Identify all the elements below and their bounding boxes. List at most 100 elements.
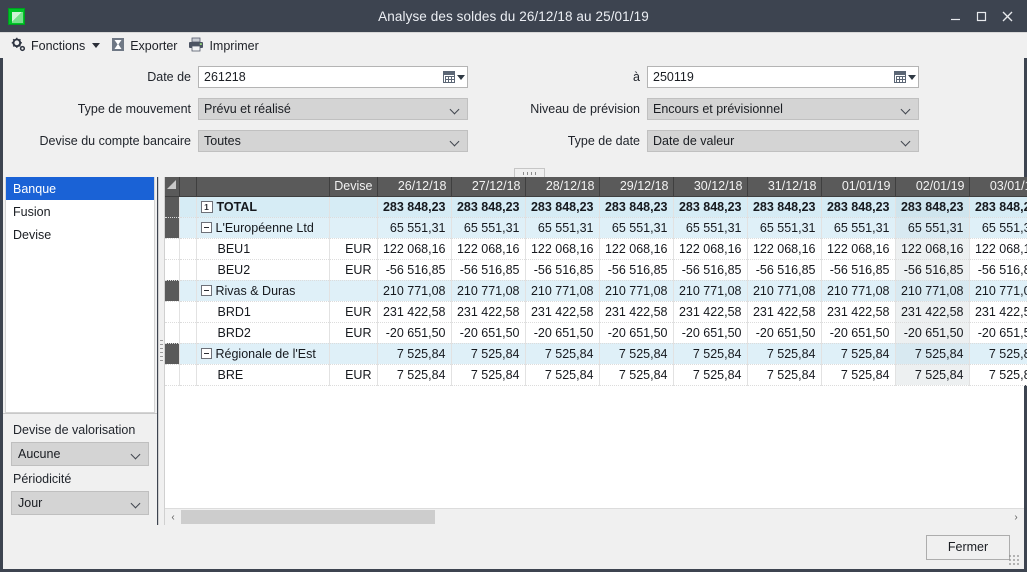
row-selector-cell[interactable] bbox=[179, 322, 196, 343]
row-value-cell: 231 422,58 bbox=[969, 301, 1027, 322]
date-column-header-2[interactable]: 28/12/18 bbox=[525, 177, 599, 196]
table-row[interactable]: BREEUR7 525,847 525,847 525,847 525,847 … bbox=[165, 364, 1027, 385]
row-gutter[interactable] bbox=[165, 301, 179, 322]
row-value-cell: 210 771,08 bbox=[969, 280, 1027, 301]
row-select-header bbox=[179, 177, 196, 196]
maximize-icon[interactable] bbox=[975, 10, 988, 23]
row-gutter[interactable] bbox=[165, 280, 179, 301]
row-selector-cell[interactable] bbox=[179, 259, 196, 280]
row-gutter[interactable] bbox=[165, 343, 179, 364]
table-row[interactable]: BEU2EUR-56 516,85-56 516,85-56 516,85-56… bbox=[165, 259, 1027, 280]
row-selector-cell[interactable] bbox=[179, 217, 196, 238]
row-value-cell: 7 525,84 bbox=[599, 343, 673, 364]
chevron-down-icon bbox=[901, 138, 912, 145]
devise-column-header[interactable]: Devise bbox=[329, 177, 377, 196]
row-value-cell: 231 422,58 bbox=[525, 301, 599, 322]
horizontal-splitter-handle[interactable] bbox=[514, 168, 545, 177]
fermer-button[interactable]: Fermer bbox=[926, 535, 1010, 560]
row-value-cell: 283 848,23 bbox=[451, 196, 525, 217]
row-name-cell: 1TOTAL bbox=[196, 196, 329, 217]
niveau-prevision-select[interactable]: Encours et prévisionnel bbox=[647, 98, 919, 120]
sidebar-item-devise[interactable]: Devise bbox=[6, 223, 154, 246]
row-value-cell: -56 516,85 bbox=[451, 259, 525, 280]
scroll-right-icon[interactable]: › bbox=[1008, 509, 1024, 525]
date-column-header-5[interactable]: 31/12/18 bbox=[747, 177, 821, 196]
table-row[interactable]: Régionale de l'Est7 525,847 525,847 525,… bbox=[165, 343, 1027, 364]
scrollbar-thumb[interactable] bbox=[181, 510, 435, 524]
date-column-header-4[interactable]: 30/12/18 bbox=[673, 177, 747, 196]
row-selector-cell[interactable] bbox=[179, 364, 196, 385]
toolbar-button-fonctions[interactable]: Fonctions bbox=[9, 35, 106, 57]
toolbar-button-imprimer[interactable]: Imprimer bbox=[186, 35, 264, 57]
row-selector-cell[interactable] bbox=[179, 238, 196, 259]
row-level-badge: 1 bbox=[201, 201, 213, 213]
date-de-calendar-button[interactable] bbox=[441, 67, 466, 87]
a-input[interactable]: 250119 bbox=[647, 66, 919, 88]
label-periodicite: Périodicité bbox=[13, 472, 149, 486]
date-column-header-1[interactable]: 27/12/18 bbox=[451, 177, 525, 196]
collapse-expander-icon[interactable] bbox=[201, 348, 212, 359]
table-row[interactable]: BEU1EUR122 068,16122 068,16122 068,16122… bbox=[165, 238, 1027, 259]
row-value-cell: -20 651,50 bbox=[377, 322, 451, 343]
chevron-down-icon bbox=[457, 75, 465, 80]
date-column-header-3[interactable]: 29/12/18 bbox=[599, 177, 673, 196]
row-selector-cell[interactable] bbox=[179, 301, 196, 322]
row-gutter[interactable] bbox=[165, 364, 179, 385]
table-row[interactable]: BRD1EUR231 422,58231 422,58231 422,58231… bbox=[165, 301, 1027, 322]
type-date-value: Date de valeur bbox=[653, 134, 901, 148]
row-selector-cell[interactable] bbox=[179, 196, 196, 217]
row-value-cell: 7 525,84 bbox=[377, 343, 451, 364]
row-devise-cell: EUR bbox=[329, 259, 377, 280]
type-mouvement-select[interactable]: Prévu et réalisé bbox=[198, 98, 468, 120]
chevron-down-icon bbox=[908, 75, 916, 80]
chevron-down-icon bbox=[131, 500, 142, 507]
table-row[interactable]: 1TOTAL283 848,23283 848,23283 848,23283 … bbox=[165, 196, 1027, 217]
sidebar-item-banque[interactable]: Banque bbox=[6, 177, 154, 200]
row-gutter[interactable] bbox=[165, 196, 179, 217]
row-selector-cell[interactable] bbox=[179, 343, 196, 364]
row-gutter[interactable] bbox=[165, 322, 179, 343]
grid-corner-header[interactable] bbox=[165, 177, 179, 196]
toolbar-button-exporter[interactable]: Exporter bbox=[109, 35, 183, 57]
row-value-cell: -56 516,85 bbox=[747, 259, 821, 280]
table-row[interactable]: L'Européenne Ltd65 551,3165 551,3165 551… bbox=[165, 217, 1027, 238]
date-column-header-7[interactable]: 02/01/19 bbox=[895, 177, 969, 196]
label-a: à bbox=[507, 70, 647, 84]
devise-valorisation-select[interactable]: Aucune bbox=[11, 442, 149, 466]
row-value-cell: 283 848,23 bbox=[525, 196, 599, 217]
table-row[interactable]: BRD2EUR-20 651,50-20 651,50-20 651,50-20… bbox=[165, 322, 1027, 343]
row-value-cell: -56 516,85 bbox=[969, 259, 1027, 280]
grid-horizontal-scrollbar[interactable]: ‹ › bbox=[165, 508, 1024, 525]
a-calendar-button[interactable] bbox=[892, 67, 917, 87]
row-gutter[interactable] bbox=[165, 217, 179, 238]
date-column-header-8[interactable]: 03/01/19 bbox=[969, 177, 1027, 196]
row-value-cell: 210 771,08 bbox=[747, 280, 821, 301]
collapse-expander-icon[interactable] bbox=[201, 285, 212, 296]
row-name-cell: BRD1 bbox=[196, 301, 329, 322]
row-value-cell: 283 848,23 bbox=[747, 196, 821, 217]
field-niveau-prevision: Niveau de prévision Encours et prévision… bbox=[507, 98, 1019, 120]
type-date-select[interactable]: Date de valeur bbox=[647, 130, 919, 152]
row-value-cell: -56 516,85 bbox=[895, 259, 969, 280]
resize-grip-icon[interactable] bbox=[1009, 555, 1020, 566]
periodicite-select[interactable]: Jour bbox=[11, 491, 149, 515]
row-gutter[interactable] bbox=[165, 259, 179, 280]
table-row[interactable]: Rivas & Duras210 771,08210 771,08210 771… bbox=[165, 280, 1027, 301]
minimize-icon[interactable] bbox=[949, 10, 962, 23]
scrollbar-track[interactable] bbox=[181, 509, 1008, 525]
vertical-splitter[interactable] bbox=[158, 177, 165, 525]
date-de-input[interactable]: 261218 bbox=[198, 66, 468, 88]
row-selector-cell[interactable] bbox=[179, 280, 196, 301]
close-icon[interactable] bbox=[1001, 10, 1014, 23]
row-gutter[interactable] bbox=[165, 238, 179, 259]
date-column-header-0[interactable]: 26/12/18 bbox=[377, 177, 451, 196]
devise-compte-select[interactable]: Toutes bbox=[198, 130, 468, 152]
field-type-date: Type de date Date de valeur bbox=[507, 130, 1019, 152]
scroll-left-icon[interactable]: ‹ bbox=[165, 509, 181, 525]
toolbar-label-fonctions: Fonctions bbox=[31, 39, 85, 53]
row-value-cell: 65 551,31 bbox=[969, 217, 1027, 238]
collapse-expander-icon[interactable] bbox=[201, 222, 212, 233]
row-value-cell: 231 422,58 bbox=[673, 301, 747, 322]
sidebar-item-fusion[interactable]: Fusion bbox=[6, 200, 154, 223]
date-column-header-6[interactable]: 01/01/19 bbox=[821, 177, 895, 196]
